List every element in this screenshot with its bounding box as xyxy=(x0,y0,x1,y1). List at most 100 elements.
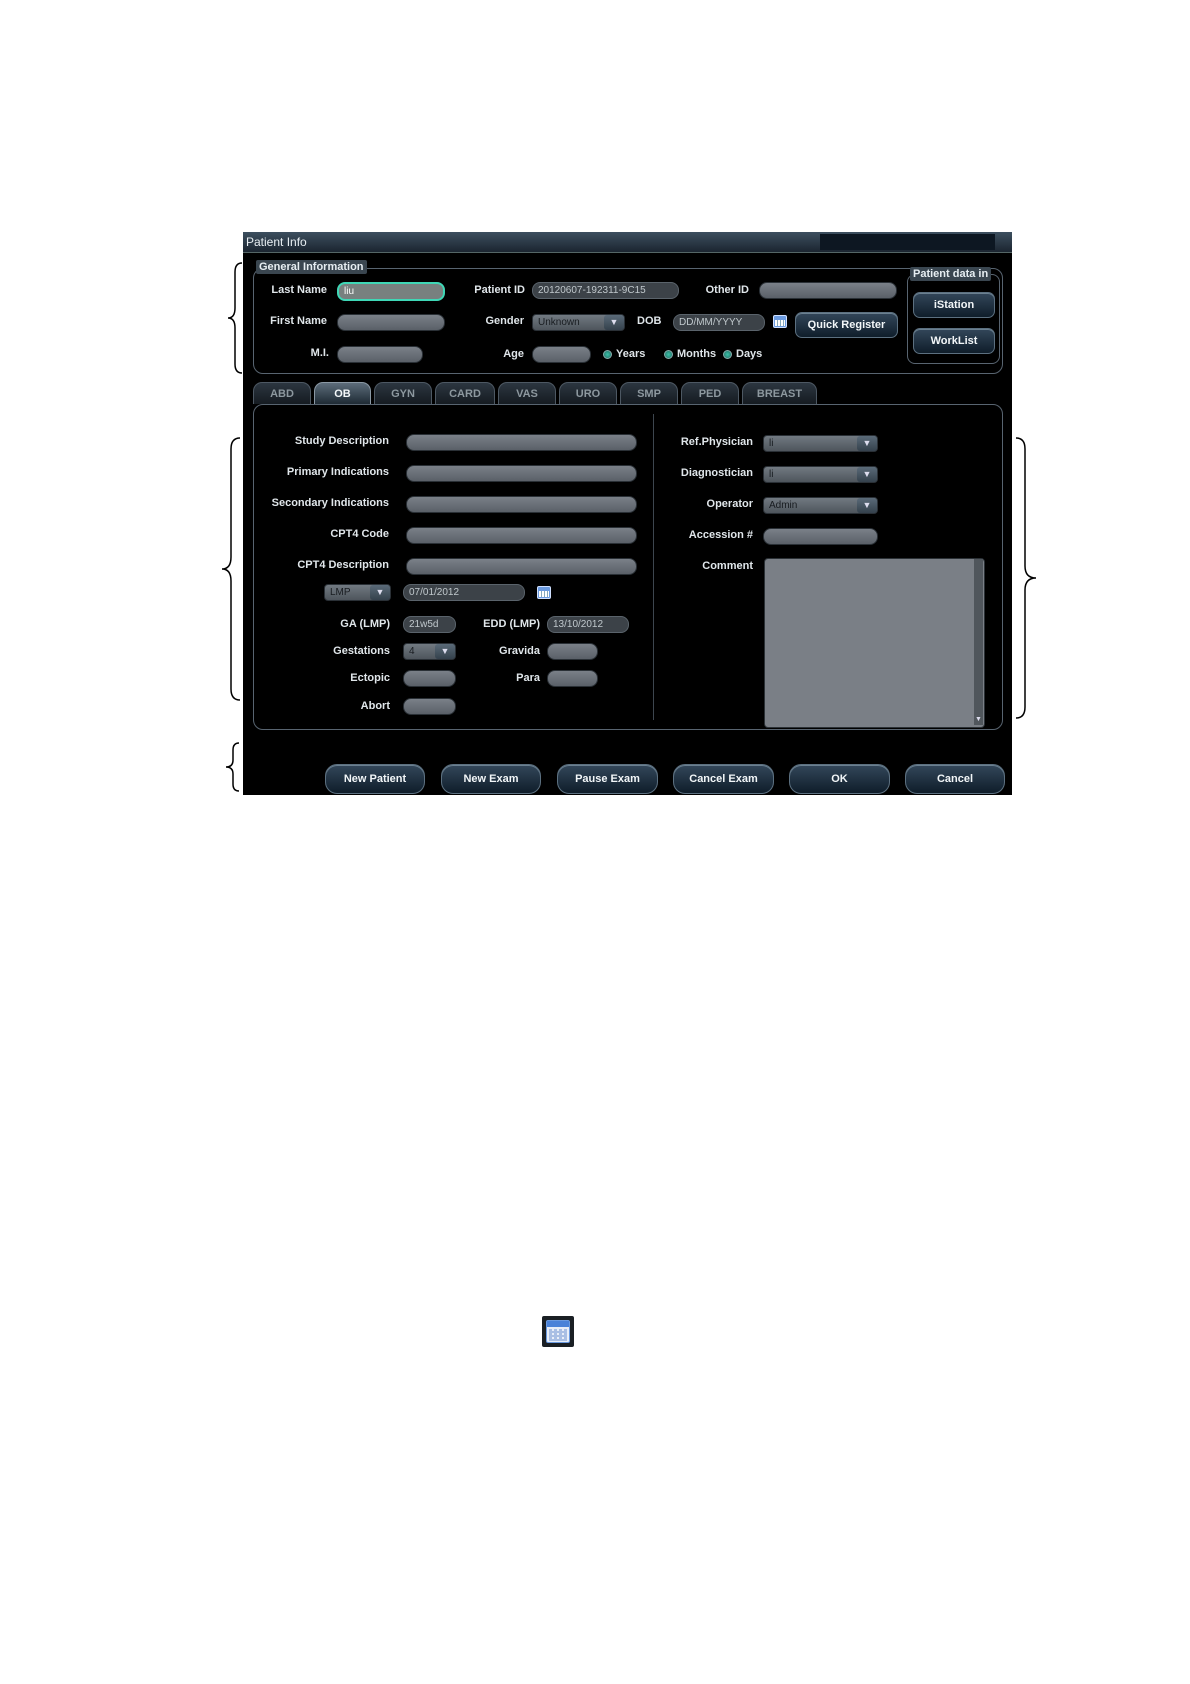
operator-select[interactable]: Admin ▼ xyxy=(763,497,878,514)
gestations-select[interactable]: 4 ▼ xyxy=(403,643,456,660)
patient-data-in-legend: Patient data in xyxy=(910,267,992,281)
dob-input[interactable]: DD/MM/YYYY xyxy=(673,314,765,331)
years-label: Years xyxy=(616,348,646,360)
title-bar-dark-segment xyxy=(820,234,995,250)
secondary-indications-label: Secondary Indications xyxy=(271,497,389,509)
calendar-icon[interactable] xyxy=(773,315,787,328)
chevron-down-icon: ▼ xyxy=(857,436,877,451)
cancel-exam-button[interactable]: Cancel Exam xyxy=(673,764,774,794)
ref-physician-label: Ref.Physician xyxy=(680,436,753,448)
quick-register-button[interactable]: Quick Register xyxy=(795,312,898,338)
age-label: Age xyxy=(503,348,524,360)
gestations-label: Gestations xyxy=(333,645,390,657)
scroll-down-arrow[interactable]: ▼ xyxy=(975,716,982,723)
mi-label: M.I. xyxy=(310,347,329,359)
months-label: Months xyxy=(677,348,717,360)
window-title: Patient Info xyxy=(246,235,307,249)
dob-label: DOB xyxy=(637,315,662,327)
para-input[interactable] xyxy=(547,670,598,687)
cancel-button[interactable]: Cancel xyxy=(905,764,1005,794)
patient-id-input[interactable]: 20120607-192311-9C15 xyxy=(532,282,679,299)
tab-card[interactable]: CARD xyxy=(435,382,495,404)
lmp-select-value: LMP xyxy=(330,587,351,598)
tab-smp[interactable]: SMP xyxy=(620,382,678,404)
accession-label: Accession # xyxy=(688,529,753,541)
ga-value: 21w5d xyxy=(403,616,456,633)
lmp-select[interactable]: LMP ▼ xyxy=(324,584,391,601)
edd-value: 13/10/2012 xyxy=(547,616,629,633)
tab-gyn[interactable]: GYN xyxy=(374,382,432,404)
ref-physician-select[interactable]: li ▼ xyxy=(763,435,878,452)
istation-button[interactable]: iStation xyxy=(913,292,995,318)
comment-label: Comment xyxy=(702,560,753,572)
lmp-date-input[interactable]: 07/01/2012 xyxy=(403,584,525,601)
new-patient-button[interactable]: New Patient xyxy=(325,764,425,794)
first-name-input[interactable] xyxy=(337,314,445,331)
gravida-label: Gravida xyxy=(499,645,540,657)
cpt4-code-label: CPT4 Code xyxy=(330,528,389,540)
secondary-indications-input[interactable] xyxy=(406,496,637,513)
tab-uro[interactable]: URO xyxy=(559,382,617,404)
gestations-value: 4 xyxy=(409,646,415,657)
diagnostician-label: Diagnostician xyxy=(680,467,753,479)
diagnostician-select[interactable]: li ▼ xyxy=(763,466,878,483)
pause-exam-button[interactable]: Pause Exam xyxy=(557,764,658,794)
new-exam-button[interactable]: New Exam xyxy=(441,764,541,794)
gender-value: Unknown xyxy=(538,317,580,328)
abort-label: Abort xyxy=(360,700,390,712)
edd-label: EDD (LMP) xyxy=(483,618,540,630)
study-description-input[interactable] xyxy=(406,434,637,451)
primary-indications-input[interactable] xyxy=(406,465,637,482)
cpt4-code-input[interactable] xyxy=(406,527,637,544)
brace-buttons xyxy=(223,742,243,792)
chevron-down-icon: ▼ xyxy=(857,498,877,513)
mi-input[interactable] xyxy=(337,346,423,363)
chevron-down-icon: ▼ xyxy=(370,585,390,600)
comment-textarea[interactable] xyxy=(764,558,985,728)
comment-scrollbar[interactable]: ▼ xyxy=(974,559,983,725)
chevron-down-icon: ▼ xyxy=(435,644,455,659)
calendar-icon xyxy=(542,1316,574,1347)
last-name-input[interactable]: liu xyxy=(337,282,445,301)
last-name-label: Last Name xyxy=(271,284,327,296)
patient-info-window: Patient Info General Information Last Na… xyxy=(243,232,1012,795)
gender-label: Gender xyxy=(485,315,524,327)
patient-id-label: Patient ID xyxy=(474,284,525,296)
cpt4-description-label: CPT4 Description xyxy=(297,559,389,571)
months-radio[interactable] xyxy=(664,350,673,359)
accession-input[interactable] xyxy=(763,528,878,545)
gender-select[interactable]: Unknown ▼ xyxy=(532,314,625,331)
primary-indications-label: Primary Indications xyxy=(286,466,389,478)
tab-breast[interactable]: BREAST xyxy=(742,382,817,404)
general-information-legend: General Information xyxy=(256,260,367,274)
operator-label: Operator xyxy=(706,498,753,510)
days-radio[interactable] xyxy=(723,350,732,359)
worklist-button[interactable]: WorkList xyxy=(913,328,995,354)
other-id-label: Other ID xyxy=(705,284,749,296)
age-input[interactable] xyxy=(532,346,591,363)
first-name-label: First Name xyxy=(270,315,327,327)
calendar-icon-grid xyxy=(549,1329,567,1341)
brace-right xyxy=(1012,437,1042,719)
calendar-icon[interactable] xyxy=(537,586,551,599)
years-radio[interactable] xyxy=(603,350,612,359)
tab-vas[interactable]: VAS xyxy=(498,382,556,404)
abort-input[interactable] xyxy=(403,698,456,715)
diagnostician-value: li xyxy=(769,469,774,480)
ga-label: GA (LMP) xyxy=(340,618,390,630)
calendar-icon-body xyxy=(546,1320,570,1343)
chevron-down-icon: ▼ xyxy=(604,315,624,330)
calendar-icon-header xyxy=(547,1321,569,1327)
ectopic-input[interactable] xyxy=(403,670,456,687)
tab-ob[interactable]: OB xyxy=(314,382,371,404)
study-description-label: Study Description xyxy=(294,435,389,447)
operator-value: Admin xyxy=(769,500,798,511)
other-id-input[interactable] xyxy=(759,282,897,299)
ref-physician-value: li xyxy=(769,438,774,449)
tab-ped[interactable]: PED xyxy=(681,382,739,404)
gravida-input[interactable] xyxy=(547,643,598,660)
ok-button[interactable]: OK xyxy=(789,764,890,794)
chevron-down-icon: ▼ xyxy=(857,467,877,482)
tab-abd[interactable]: ABD xyxy=(253,382,311,404)
cpt4-description-input[interactable] xyxy=(406,558,637,575)
